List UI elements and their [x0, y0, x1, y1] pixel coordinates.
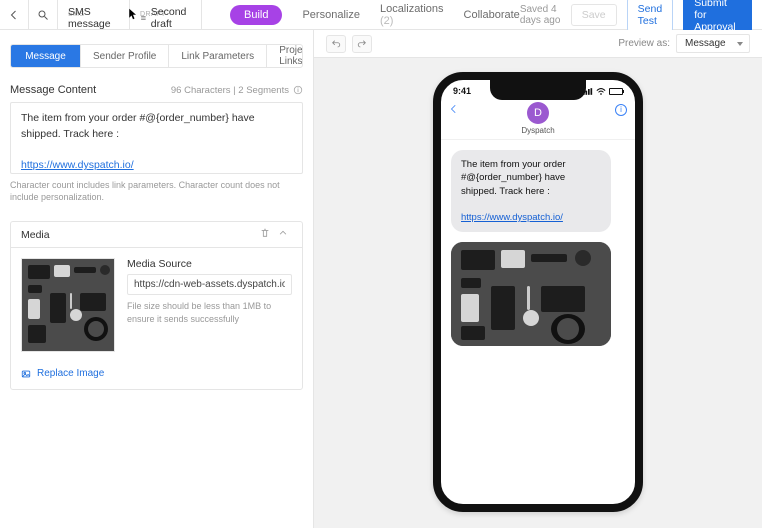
chevron-left-icon: [8, 9, 20, 21]
preview-panel: Preview as: Message 9:41: [313, 30, 762, 528]
media-hint: File size should be less than 1MB to ens…: [127, 300, 292, 325]
editor-panel: Message Sender Profile Link Parameters P…: [0, 30, 313, 528]
media-thumbnail[interactable]: [21, 258, 115, 352]
media-title: Media: [21, 229, 50, 241]
send-test-button[interactable]: Send Test: [627, 0, 674, 32]
flatlay-image: [22, 259, 114, 351]
phone-back-button[interactable]: [449, 102, 459, 119]
info-icon[interactable]: [293, 85, 303, 95]
list-icon: [140, 14, 147, 22]
message-content-title: Message Content: [10, 84, 96, 96]
top-actions: Saved 4 days ago Save Send Test Submit f…: [520, 0, 762, 29]
tab-project-links[interactable]: Project Links: [267, 45, 303, 67]
media-source-input[interactable]: [127, 274, 292, 295]
bubble-link[interactable]: https://www.dyspatch.io/: [461, 212, 563, 223]
media-source-label: Media Source: [127, 258, 292, 270]
phone-notch: [490, 80, 586, 100]
undo-icon: [331, 39, 341, 49]
top-nav: Build Personalize Localizations (2) Coll…: [230, 0, 520, 29]
preview-toolbar: Preview as: Message: [314, 30, 762, 58]
media-header: Media: [11, 222, 302, 248]
sms-bubble: The item from your order #@{order_number…: [451, 150, 611, 232]
media-body: Media Source File size should be less th…: [11, 248, 302, 362]
back-button[interactable]: [0, 0, 29, 29]
media-panel: Media: [10, 221, 303, 390]
nav-personalize[interactable]: Personalize: [302, 9, 359, 21]
cursor-icon: [128, 8, 138, 23]
save-button[interactable]: Save: [571, 4, 617, 26]
phone-frame: 9:41 D Dyspatch i: [433, 72, 643, 512]
draft-title-block[interactable]: DRAFT Second draft: [130, 0, 202, 29]
undo-button[interactable]: [326, 35, 346, 53]
nav-build[interactable]: Build: [230, 5, 282, 25]
nav-collaborate[interactable]: Collaborate: [464, 9, 520, 21]
media-meta: Media Source File size should be less th…: [127, 258, 292, 352]
preview-as-label: Preview as:: [618, 38, 670, 49]
saved-status: Saved 4 days ago: [520, 4, 561, 26]
mms-image: [451, 242, 611, 346]
chevron-left-icon: [449, 102, 459, 116]
phone-info-button[interactable]: i: [615, 104, 627, 116]
sender-name: Dyspatch: [521, 126, 554, 135]
search-icon: [37, 9, 49, 21]
delete-media-button[interactable]: [256, 228, 274, 241]
preview-canvas: 9:41 D Dyspatch i: [314, 58, 762, 528]
counter-hint: Character count includes link parameters…: [10, 180, 303, 203]
tab-link-parameters[interactable]: Link Parameters: [169, 45, 267, 67]
flatlay-image: [451, 242, 611, 346]
chevron-up-icon: [278, 228, 288, 238]
main-area: Message Sender Profile Link Parameters P…: [0, 30, 762, 528]
wifi-icon: [596, 88, 606, 95]
phone-body: The item from your order #@{order_number…: [441, 140, 635, 356]
search-button[interactable]: [29, 0, 58, 29]
avatar: D: [527, 102, 549, 124]
phone-status-icons: [583, 88, 623, 95]
battery-icon: [609, 88, 623, 95]
character-counter: 96 Characters | 2 Segments: [171, 85, 303, 96]
message-body-input[interactable]: The item from your order #@{order_number…: [10, 102, 303, 174]
nav-localizations[interactable]: Localizations (2): [380, 3, 444, 27]
editor-tabs: Message Sender Profile Link Parameters P…: [10, 44, 303, 68]
preview-as-select[interactable]: Message: [676, 34, 750, 53]
phone-time: 9:41: [453, 86, 471, 96]
image-icon: [21, 369, 31, 379]
message-body-text: The item from your order #@{order_number…: [21, 112, 255, 140]
tab-sender-profile[interactable]: Sender Profile: [81, 45, 169, 67]
tab-message[interactable]: Message: [11, 45, 81, 67]
message-content-header: Message Content 96 Characters | 2 Segmen…: [10, 84, 303, 96]
replace-image-button[interactable]: Replace Image: [11, 362, 302, 389]
phone-thread-header: D Dyspatch i: [441, 98, 635, 140]
trash-icon: [260, 228, 270, 238]
sms-title-block[interactable]: SMS SMS message: [58, 0, 130, 29]
top-bar: SMS SMS message DRAFT Second draft Build…: [0, 0, 762, 30]
bubble-text: The item from your order #@{order_number…: [461, 159, 566, 197]
redo-button[interactable]: [352, 35, 372, 53]
redo-icon: [357, 39, 367, 49]
collapse-media-button[interactable]: [274, 228, 292, 241]
message-body-link[interactable]: https://www.dyspatch.io/: [21, 159, 134, 171]
